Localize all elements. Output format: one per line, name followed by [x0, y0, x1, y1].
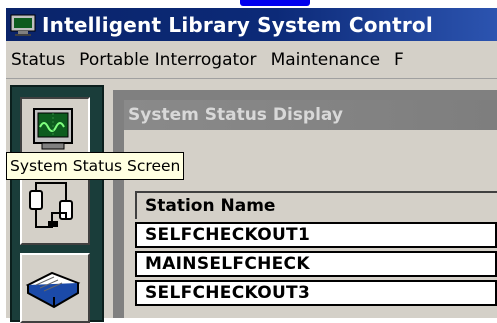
menu-bar: Status Portable Interrogator Maintenance… [6, 41, 497, 79]
title-bar[interactable]: Intelligent Library System Control [6, 8, 497, 41]
window-title: Intelligent Library System Control [42, 12, 433, 37]
connected-devices-icon [22, 182, 84, 243]
hyperlink-fragment [240, 0, 310, 6]
table-row[interactable]: SELFCHECKOUT1 [135, 222, 497, 248]
table-row[interactable]: SELFCHECKOUT3 [135, 280, 497, 306]
table-row[interactable]: MAINSELFCHECK [135, 251, 497, 277]
station-table: Station Name SELFCHECKOUT1 MAINSELFCHECK… [135, 191, 497, 306]
book-icon [22, 271, 84, 321]
panel-title: System Status Display [124, 100, 497, 130]
catalog-button[interactable] [20, 253, 90, 323]
menu-item-status[interactable]: Status [6, 50, 72, 70]
devices-button[interactable] [20, 175, 90, 245]
tooltip: System Status Screen [6, 152, 185, 180]
menu-item-portable-interrogator[interactable]: Portable Interrogator [72, 50, 263, 70]
menu-item-truncated[interactable]: F [387, 50, 411, 70]
monitor-icon [10, 14, 36, 36]
vertical-toolbar [10, 85, 104, 323]
column-header-station-name[interactable]: Station Name [135, 191, 497, 219]
menu-item-maintenance[interactable]: Maintenance [264, 50, 387, 70]
top-strip [0, 0, 497, 8]
